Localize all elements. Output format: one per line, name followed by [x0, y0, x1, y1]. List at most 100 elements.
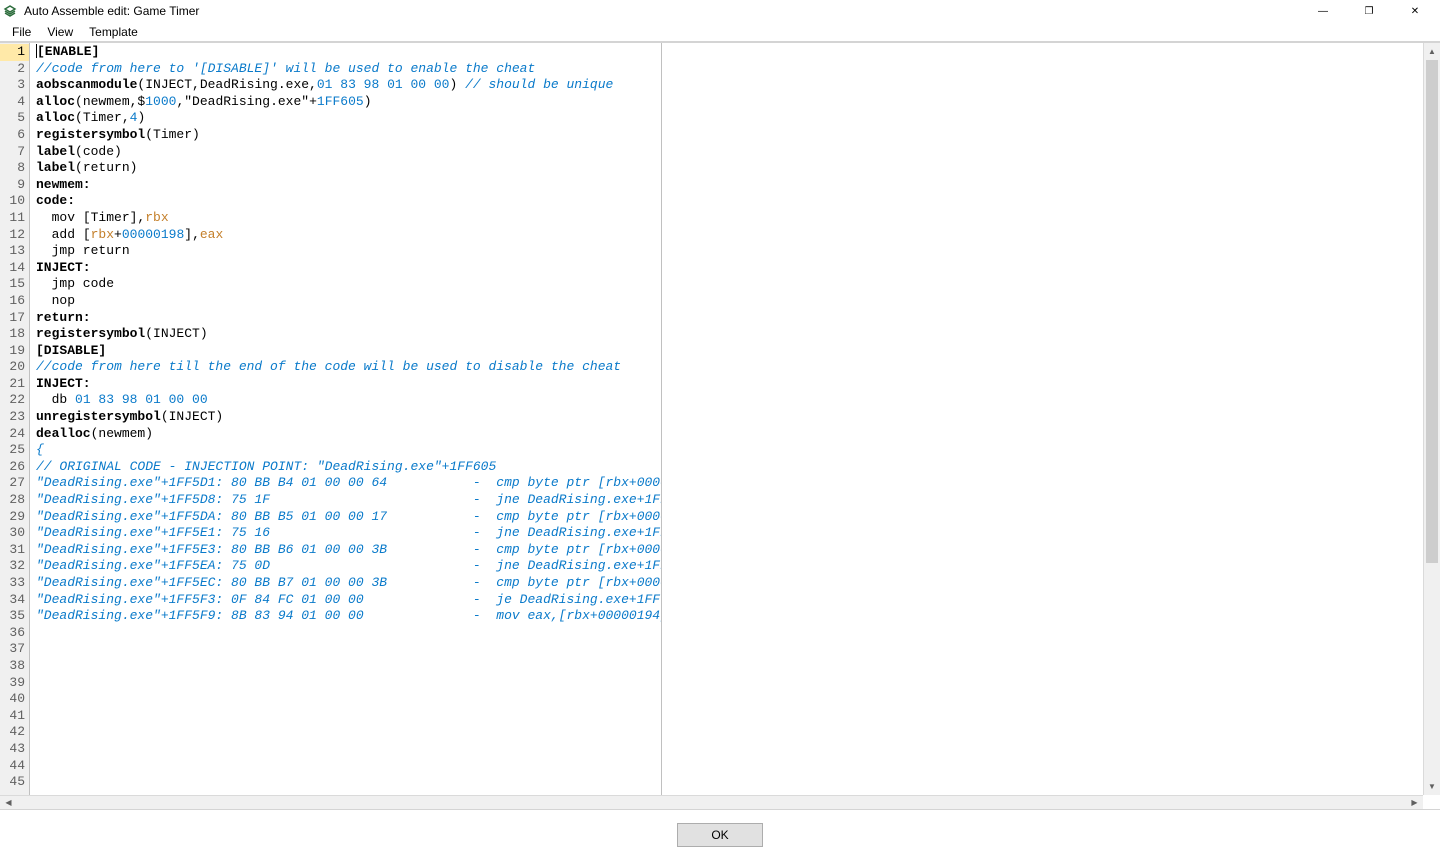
line-number: 41	[0, 708, 29, 725]
line-number: 3	[0, 77, 29, 94]
line-number-gutter: 1234567891011121314151617181920212223242…	[0, 43, 30, 809]
menu-view[interactable]: View	[39, 23, 81, 41]
line-number: 8	[0, 160, 29, 177]
footer: OK	[0, 809, 1440, 859]
line-number: 11	[0, 210, 29, 227]
line-number: 20	[0, 359, 29, 376]
scroll-up-icon[interactable]: ▲	[1424, 43, 1440, 60]
code-pane-right: ▲ ▼	[662, 43, 1440, 809]
code-line[interactable]: db 01 83 98 01 00 00	[36, 392, 661, 409]
code-line[interactable]: mov [Timer],rbx	[36, 210, 661, 227]
line-number: 10	[0, 193, 29, 210]
code-line[interactable]: newmem:	[36, 177, 661, 194]
code-line[interactable]: aobscanmodule(INJECT,DeadRising.exe,01 8…	[36, 77, 661, 94]
code-line[interactable]: label(code)	[36, 144, 661, 161]
ok-button[interactable]: OK	[677, 823, 763, 847]
code-line[interactable]: //code from here to '[DISABLE]' will be …	[36, 61, 661, 78]
app-icon	[2, 3, 18, 19]
code-line[interactable]: //code from here till the end of the cod…	[36, 359, 661, 376]
code-line[interactable]: [DISABLE]	[36, 343, 661, 360]
line-number: 22	[0, 392, 29, 409]
code-line[interactable]: "DeadRising.exe"+1FF5D1: 80 BB B4 01 00 …	[36, 475, 661, 492]
line-number: 21	[0, 376, 29, 393]
line-number: 13	[0, 243, 29, 260]
code-line[interactable]: "DeadRising.exe"+1FF5F3: 0F 84 FC 01 00 …	[36, 592, 661, 609]
line-number: 34	[0, 592, 29, 609]
code-line[interactable]: jmp return	[36, 243, 661, 260]
code-line[interactable]: {	[36, 442, 661, 459]
line-number: 39	[0, 675, 29, 692]
scroll-track[interactable]	[1424, 60, 1440, 778]
menubar: File View Template	[0, 22, 1440, 42]
code-line[interactable]: "DeadRising.exe"+1FF5DA: 80 BB B5 01 00 …	[36, 509, 661, 526]
code-line[interactable]: "DeadRising.exe"+1FF5E3: 80 BB B6 01 00 …	[36, 542, 661, 559]
code-line[interactable]: INJECT:	[36, 260, 661, 277]
code-line[interactable]: INJECT:	[36, 376, 661, 393]
close-button[interactable]: ✕	[1392, 0, 1438, 22]
line-number: 19	[0, 343, 29, 360]
line-number: 37	[0, 641, 29, 658]
code-line[interactable]: "DeadRising.exe"+1FF5F9: 8B 83 94 01 00 …	[36, 608, 661, 625]
line-number: 23	[0, 409, 29, 426]
code-pane-left: 1234567891011121314151617181920212223242…	[0, 43, 662, 809]
horizontal-scrollbar[interactable]: ◀ ▶	[0, 795, 1423, 809]
scroll-down-icon[interactable]: ▼	[1424, 778, 1440, 795]
line-number: 2	[0, 61, 29, 78]
line-number: 38	[0, 658, 29, 675]
code-line[interactable]: registersymbol(INJECT)	[36, 326, 661, 343]
line-number: 17	[0, 310, 29, 327]
code-line[interactable]: jmp code	[36, 276, 661, 293]
line-number: 43	[0, 741, 29, 758]
window-title: Auto Assemble edit: Game Timer	[24, 4, 1300, 18]
code-line[interactable]: code:	[36, 193, 661, 210]
line-number: 27	[0, 475, 29, 492]
line-number: 25	[0, 442, 29, 459]
code-line[interactable]: nop	[36, 293, 661, 310]
line-number: 28	[0, 492, 29, 509]
line-number: 18	[0, 326, 29, 343]
code-line[interactable]: dealloc(newmem)	[36, 426, 661, 443]
line-number: 5	[0, 110, 29, 127]
maximize-button[interactable]: ❐	[1346, 0, 1392, 22]
line-number: 1	[0, 44, 29, 61]
code-line[interactable]: "DeadRising.exe"+1FF5EA: 75 0D - jne Dea…	[36, 558, 661, 575]
line-number: 42	[0, 724, 29, 741]
scroll-left-icon[interactable]: ◀	[0, 796, 17, 809]
code-line[interactable]: alloc(newmem,$1000,"DeadRising.exe"+1FF6…	[36, 94, 661, 111]
menu-file[interactable]: File	[4, 23, 39, 41]
line-number: 36	[0, 625, 29, 642]
code-line[interactable]: "DeadRising.exe"+1FF5EC: 80 BB B7 01 00 …	[36, 575, 661, 592]
minimize-button[interactable]: —	[1300, 0, 1346, 22]
scroll-right-icon[interactable]: ▶	[1406, 796, 1423, 809]
line-number: 14	[0, 260, 29, 277]
line-number: 16	[0, 293, 29, 310]
code-line[interactable]: registersymbol(Timer)	[36, 127, 661, 144]
scroll-thumb[interactable]	[1426, 60, 1438, 563]
code-line[interactable]: unregistersymbol(INJECT)	[36, 409, 661, 426]
line-number: 32	[0, 558, 29, 575]
line-number: 4	[0, 94, 29, 111]
line-number: 24	[0, 426, 29, 443]
line-number: 7	[0, 144, 29, 161]
line-number: 33	[0, 575, 29, 592]
vertical-scrollbar[interactable]: ▲ ▼	[1423, 43, 1440, 795]
line-number: 45	[0, 774, 29, 791]
code-line[interactable]: "DeadRising.exe"+1FF5E1: 75 16 - jne Dea…	[36, 525, 661, 542]
code-line[interactable]: return:	[36, 310, 661, 327]
code-editor[interactable]: [ENABLE]//code from here to '[DISABLE]' …	[30, 43, 661, 809]
code-line[interactable]: "DeadRising.exe"+1FF5D8: 75 1F - jne Dea…	[36, 492, 661, 509]
line-number: 31	[0, 542, 29, 559]
code-line[interactable]: [ENABLE]	[36, 44, 661, 61]
line-number: 15	[0, 276, 29, 293]
code-line[interactable]: label(return)	[36, 160, 661, 177]
line-number: 12	[0, 227, 29, 244]
code-line[interactable]: // ORIGINAL CODE - INJECTION POINT: "Dea…	[36, 459, 661, 476]
line-number: 6	[0, 127, 29, 144]
menu-template[interactable]: Template	[81, 23, 146, 41]
code-line[interactable]: alloc(Timer,4)	[36, 110, 661, 127]
window-controls: — ❐ ✕	[1300, 0, 1438, 22]
line-number: 40	[0, 691, 29, 708]
editor-area: 1234567891011121314151617181920212223242…	[0, 42, 1440, 809]
code-line[interactable]: add [rbx+00000198],eax	[36, 227, 661, 244]
line-number: 44	[0, 758, 29, 775]
